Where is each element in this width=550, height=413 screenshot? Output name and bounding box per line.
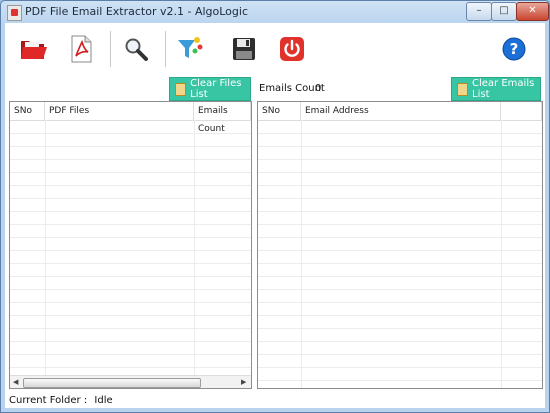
app-window: PDF File Email Extractor v2.1 - AlgoLogi… bbox=[0, 0, 550, 413]
grid-row-line bbox=[10, 341, 251, 342]
add-pdf-button[interactable] bbox=[64, 33, 98, 65]
help-icon: ? bbox=[502, 37, 526, 61]
exit-button[interactable] bbox=[275, 33, 309, 65]
grid-row-line bbox=[10, 133, 251, 134]
grid-row-line bbox=[10, 237, 251, 238]
current-folder-label: Current Folder : bbox=[9, 395, 88, 406]
column-header-filler bbox=[501, 102, 542, 120]
scroll-right-arrow[interactable]: ▶ bbox=[241, 378, 246, 386]
grid-column-line bbox=[45, 120, 46, 375]
grid-column-line bbox=[194, 120, 195, 375]
toolbar: ? bbox=[5, 23, 545, 73]
clear-files-label: Clear Files List bbox=[190, 78, 242, 100]
clear-icon bbox=[457, 82, 469, 96]
grid-column-line bbox=[501, 120, 502, 388]
grid-row-line bbox=[10, 224, 251, 225]
email-address-list[interactable]: SNo Email Address bbox=[257, 101, 543, 389]
search-button[interactable] bbox=[119, 33, 153, 65]
open-folder-icon bbox=[21, 41, 47, 59]
grid-row-line bbox=[10, 263, 251, 264]
grid-row-line bbox=[10, 159, 251, 160]
pdf-file-icon bbox=[71, 35, 92, 63]
column-header-sno[interactable]: SNo bbox=[10, 102, 45, 120]
search-icon bbox=[125, 38, 148, 61]
grid-row-line bbox=[10, 367, 251, 368]
scroll-left-arrow[interactable]: ◀ bbox=[13, 378, 18, 386]
horizontal-scrollbar[interactable]: ◀ ▶ bbox=[10, 375, 251, 388]
grid-row-line bbox=[10, 276, 251, 277]
grid-row-line bbox=[10, 302, 251, 303]
grid-row-line bbox=[10, 172, 251, 173]
filter-button[interactable] bbox=[173, 33, 207, 65]
title-bar: PDF File Email Extractor v2.1 - AlgoLogi… bbox=[1, 1, 549, 23]
toolbar-separator bbox=[110, 31, 111, 67]
close-button[interactable]: ✕ bbox=[516, 2, 549, 21]
grid-row-line bbox=[10, 211, 251, 212]
column-header-emails-count[interactable]: Emails Count bbox=[194, 102, 251, 134]
grid-row-line bbox=[10, 185, 251, 186]
clear-emails-label: Clear Emails List bbox=[472, 78, 535, 100]
clear-emails-button[interactable]: Clear Emails List bbox=[451, 77, 541, 101]
window-title: PDF File Email Extractor v2.1 - AlgoLogi… bbox=[25, 5, 249, 18]
minimize-button[interactable]: – bbox=[466, 2, 492, 21]
grid-row-line bbox=[10, 289, 251, 290]
help-glyph: ? bbox=[510, 40, 519, 58]
current-folder-value: Idle bbox=[94, 395, 113, 406]
grid-row-line bbox=[10, 250, 251, 251]
pdf-files-list[interactable]: SNo PDF Files Emails Count ◀ ▶ bbox=[9, 101, 252, 389]
clear-files-button[interactable]: Clear Files List bbox=[169, 77, 251, 101]
filter-icon bbox=[178, 37, 203, 58]
pdf-files-header: SNo PDF Files Emails Count bbox=[10, 102, 251, 134]
grid-row-line bbox=[10, 198, 251, 199]
grid-row-line bbox=[10, 328, 251, 329]
toolbar-separator bbox=[165, 31, 166, 67]
grid-row-line bbox=[10, 146, 251, 147]
client-area: ? Clear Files List Emails Count 0 Clear … bbox=[5, 23, 545, 408]
maximize-button[interactable]: □ bbox=[491, 2, 517, 21]
grid-row-line bbox=[10, 354, 251, 355]
emails-count-value: 0 bbox=[315, 83, 322, 94]
scrollbar-thumb[interactable] bbox=[23, 378, 201, 388]
grid-column-line bbox=[301, 120, 302, 388]
help-button[interactable]: ? bbox=[497, 33, 531, 65]
grid-row-line bbox=[10, 315, 251, 316]
status-bar: Current Folder : Idle bbox=[9, 395, 113, 406]
column-header-email-address[interactable]: Email Address bbox=[301, 102, 501, 120]
email-address-header: SNo Email Address bbox=[258, 102, 542, 121]
open-folder-button[interactable] bbox=[16, 33, 50, 65]
app-icon bbox=[7, 5, 22, 21]
save-button[interactable] bbox=[227, 33, 261, 65]
power-icon bbox=[280, 37, 304, 61]
column-header-sno[interactable]: SNo bbox=[258, 102, 301, 120]
save-icon bbox=[233, 38, 255, 60]
clear-icon bbox=[175, 82, 187, 96]
column-header-pdf-files[interactable]: PDF Files bbox=[45, 102, 194, 120]
